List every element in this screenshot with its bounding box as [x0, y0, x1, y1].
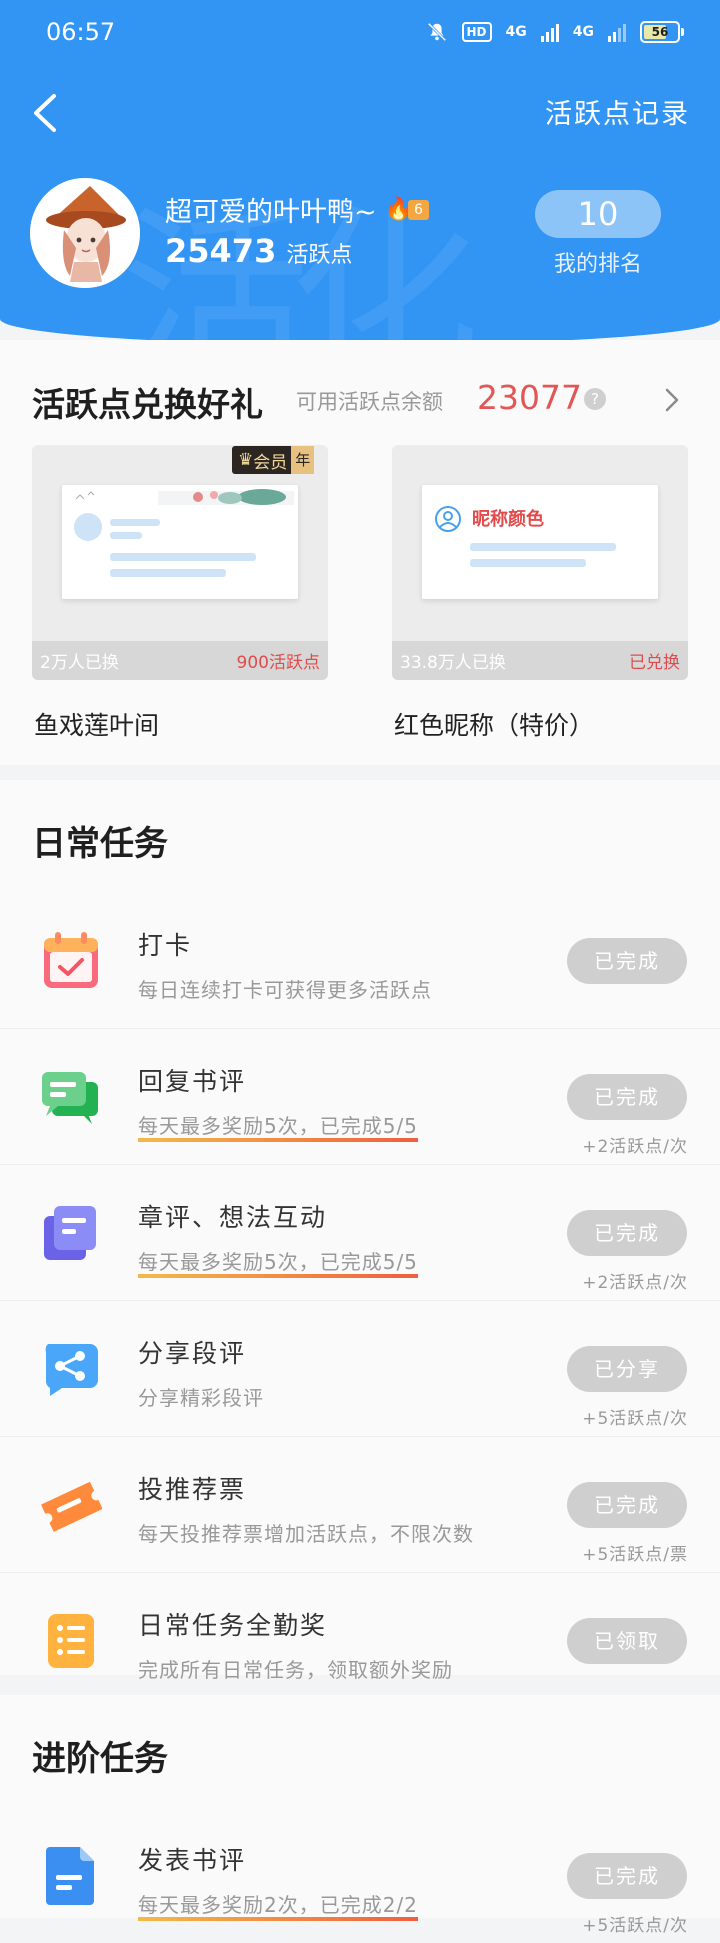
daily-tasks-title: 日常任务 — [32, 824, 168, 864]
task-reply-review: 回复书评 每天最多奖励5次，已完成5/5 已完成 +2活跃点/次 — [0, 1028, 720, 1165]
task-name: 分享段评 — [138, 1339, 247, 1368]
gift-card-red-nickname[interactable]: 昵称颜色 33.8万人已换 已兑换 — [392, 445, 688, 680]
task-name: 日常任务全勤奖 — [138, 1611, 328, 1640]
nickname-status: 已兑换 — [629, 653, 680, 673]
avatar-illustration — [30, 178, 140, 288]
task-status-button[interactable]: 已完成 — [567, 938, 687, 984]
nickname-exchanged-count: 33.8万人已换 — [400, 653, 506, 673]
task-publish-review: 发表书评 每天最多奖励2次，已完成2/2 已完成 +5活跃点/次 — [0, 1807, 720, 1943]
chevron-right-icon[interactable] — [664, 386, 680, 414]
advanced-tasks-section: 进阶任务 发表书评 每天最多奖励2次，已完成2/2 已完成 +5活跃点/次 — [0, 1695, 720, 1936]
task-name: 打卡 — [138, 931, 193, 960]
username-row: 超可爱的叶叶鸭~ 🔥 6 — [165, 190, 429, 229]
available-points-label: 可用活跃点余额 — [296, 390, 443, 414]
task-reward: +2活跃点/次 — [582, 1273, 688, 1293]
task-description: 每天投推荐票增加活跃点，不限次数 — [138, 1522, 474, 1546]
vip-label: 会员 — [253, 452, 288, 473]
theme-price: 900活跃点 — [236, 653, 320, 673]
task-chapter-interaction: 章评、想法互动 每天最多奖励5次，已完成5/5 已完成 +2活跃点/次 — [0, 1164, 720, 1301]
task-name: 回复书评 — [138, 1067, 247, 1096]
exchange-title: 活跃点兑换好礼 — [32, 385, 263, 424]
network-4g-label: 4G — [505, 24, 527, 40]
task-status-button[interactable]: 已完成 — [567, 1074, 687, 1120]
network-4g-label-2: 4G — [572, 24, 594, 40]
nickname-card-name[interactable]: 红色昵称（特价） — [394, 706, 594, 742]
ticket-icon — [41, 1481, 102, 1532]
hd-icon: HD — [461, 22, 492, 42]
battery-icon: 56 — [640, 21, 684, 43]
cards-stack-icon — [44, 1206, 96, 1260]
task-description: 每天最多奖励2次，已完成2/2 — [138, 1889, 418, 1921]
task-status-button[interactable]: 已分享 — [567, 1346, 687, 1392]
theme-card-footer: 2万人已换 900活跃点 — [32, 641, 328, 680]
list-icon — [48, 1614, 94, 1668]
signal-icon-2 — [608, 22, 626, 42]
task-description: 分享精彩段评 — [138, 1386, 264, 1410]
document-icon — [46, 1847, 94, 1905]
help-icon[interactable]: ? — [584, 388, 606, 410]
mute-bell-icon — [427, 22, 446, 42]
task-name: 章评、想法互动 — [138, 1203, 328, 1232]
lotus-decoration-icon — [74, 489, 294, 577]
username: 超可爱的叶叶鸭~ — [165, 197, 377, 228]
points-row: 25473 活跃点 — [165, 232, 352, 270]
theme-preview — [62, 485, 298, 599]
gift-card-theme[interactable]: 2万人已换 900活跃点 — [32, 445, 328, 680]
task-description: 完成所有日常任务，领取额外奖励 — [138, 1658, 453, 1682]
task-description: 每日连续打卡可获得更多活跃点 — [138, 978, 432, 1002]
avatar[interactable] — [30, 178, 140, 288]
task-daily-attendance: 日常任务全勤奖 完成所有日常任务，领取额外奖励 已领取 — [0, 1572, 720, 1708]
task-reward: +5活跃点/次 — [582, 1916, 688, 1936]
points-unit: 活跃点 — [286, 243, 353, 268]
theme-card-name[interactable]: 鱼戏莲叶间 — [34, 706, 159, 742]
nickname-preview: 昵称颜色 — [422, 485, 658, 599]
signal-icon — [540, 22, 559, 42]
task-recommend-vote: 投推荐票 每天投推荐票增加活跃点，不限次数 已完成 +5活跃点/票 — [0, 1436, 720, 1573]
user-level-badge: 🔥 6 — [385, 197, 429, 222]
task-name: 发表书评 — [138, 1846, 247, 1875]
share-icon — [45, 1344, 98, 1396]
nickname-color-label: 昵称颜色 — [472, 509, 544, 530]
chat-bubbles-icon — [42, 1072, 98, 1124]
nickname-card-footer: 33.8万人已换 已兑换 — [392, 641, 688, 680]
task-status-button[interactable]: 已完成 — [567, 1210, 687, 1256]
rank-value[interactable]: 10 — [535, 190, 661, 238]
status-bar: 06:57 HD 4G 4G 56 — [46, 12, 684, 52]
theme-exchanged-count: 2万人已换 — [40, 653, 119, 673]
task-share-comment: 分享段评 分享精彩段评 已分享 +5活跃点/次 — [0, 1300, 720, 1437]
task-reward: +5活跃点/票 — [582, 1545, 688, 1565]
vip-year-label: 年 — [291, 446, 315, 474]
task-status-button[interactable]: 已领取 — [567, 1618, 687, 1664]
available-points-value: 23077 — [477, 378, 582, 417]
vip-member-badge: ♛ 会员 年 — [232, 446, 315, 474]
daily-tasks-section: 日常任务 打卡 每日连续打卡可获得更多活跃点 已完成 回复书评 每天最多奖励5次… — [0, 780, 720, 1682]
activity-record-link[interactable]: 活跃点记录 — [545, 92, 690, 131]
task-status-button[interactable]: 已完成 — [567, 1853, 687, 1899]
task-reward: +5活跃点/次 — [582, 1409, 688, 1429]
back-arrow-icon[interactable] — [28, 92, 64, 134]
task-description: 每天最多奖励5次，已完成5/5 — [138, 1110, 418, 1142]
advanced-tasks-title: 进阶任务 — [32, 1739, 168, 1779]
status-icons: HD 4G 4G 56 — [426, 21, 684, 43]
user-level-value: 6 — [408, 199, 429, 220]
status-time: 06:57 — [46, 18, 116, 46]
user-outline-icon — [435, 506, 616, 567]
task-checkin: 打卡 每日连续打卡可获得更多活跃点 已完成 — [0, 892, 720, 1029]
task-description: 每天最多奖励5次，已完成5/5 — [138, 1246, 418, 1278]
total-points: 25473 — [165, 232, 277, 270]
calendar-check-icon — [44, 932, 98, 988]
crown-icon: ♛ — [238, 450, 254, 470]
rank-label[interactable]: 我的排名 — [535, 246, 661, 278]
task-status-button[interactable]: 已完成 — [567, 1482, 687, 1528]
task-reward: +2活跃点/次 — [582, 1137, 688, 1157]
battery-level: 56 — [651, 25, 669, 39]
task-name: 投推荐票 — [138, 1475, 247, 1504]
